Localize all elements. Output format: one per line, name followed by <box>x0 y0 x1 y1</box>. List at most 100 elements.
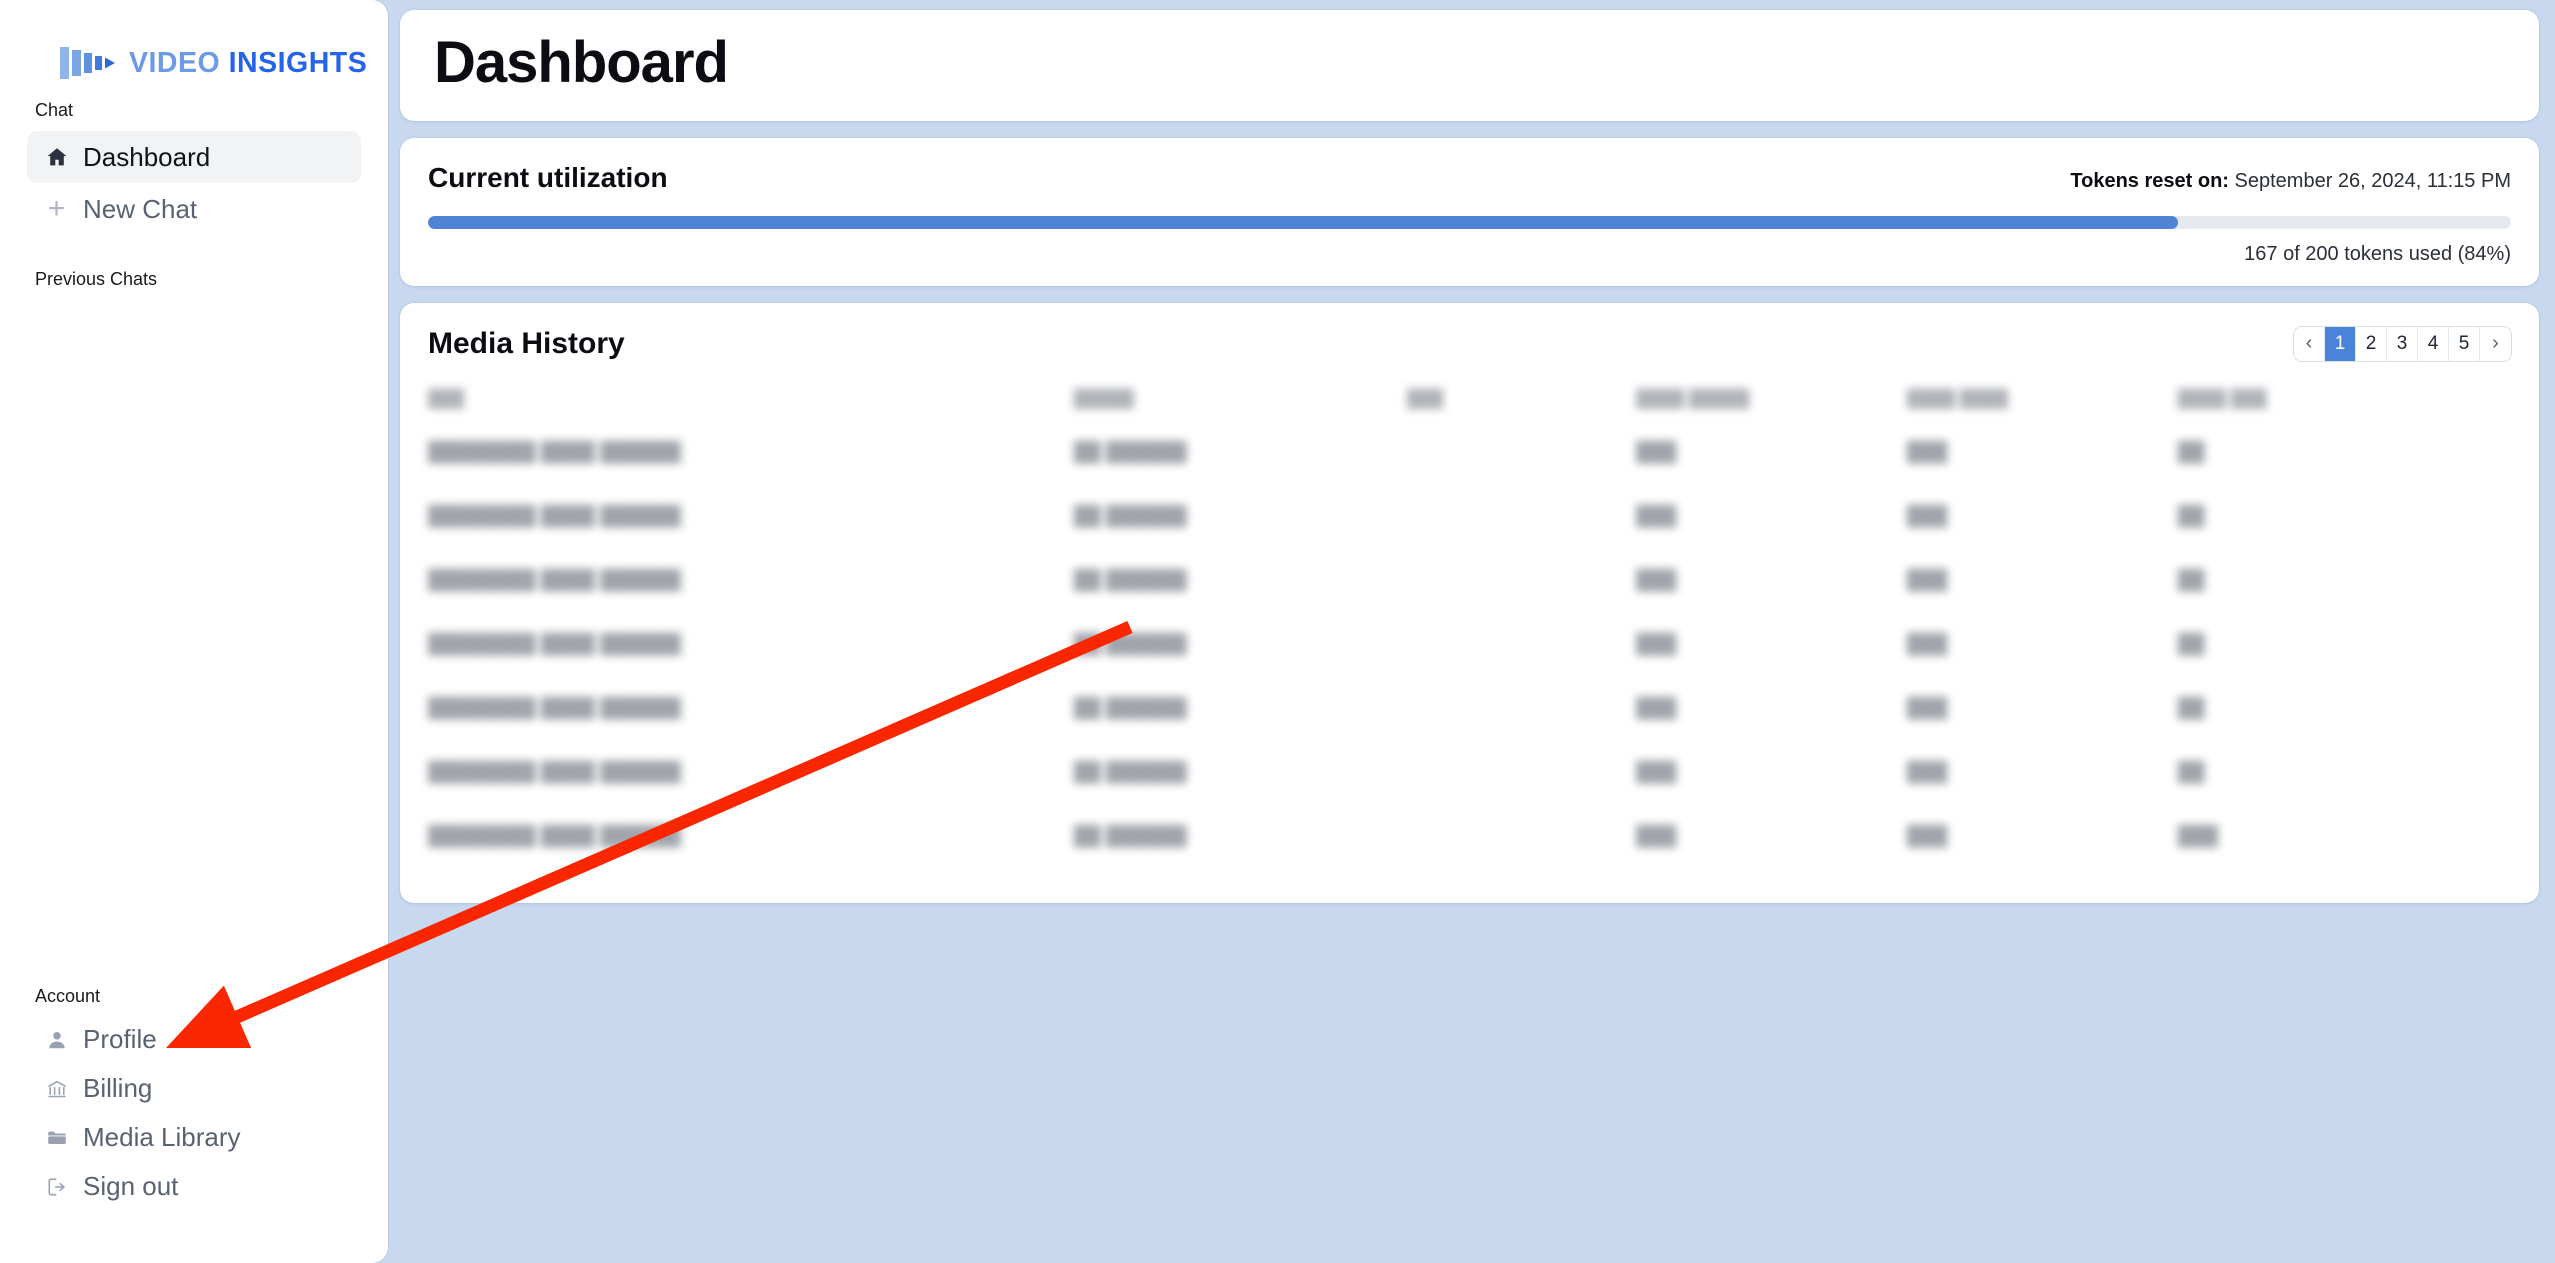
table-cell-1: ██ ██████ <box>1073 633 1187 655</box>
table-cell-2 <box>1407 549 1636 613</box>
sidebar-item-media-library-label: Media Library <box>83 1122 241 1152</box>
table-cell-4: ███ <box>1906 761 1948 783</box>
table-cell-5: ██ <box>2177 633 2205 655</box>
utilization-title: Current utilization <box>428 161 668 193</box>
table-row[interactable]: ████████ ████ ██████ ██ ██████ ███ ███ ██ <box>428 741 2511 805</box>
brand-name-part1: VIDEO <box>129 46 221 79</box>
table-cell-4: ███ <box>1906 505 1948 527</box>
sidebar-item-new-chat[interactable]: + New Chat <box>27 183 361 235</box>
tokens-reset-info: Tokens reset on: September 26, 2024, 11:… <box>2070 170 2511 193</box>
table-cell-2 <box>1407 677 1636 741</box>
brand-name-part2: INSIGHTS <box>228 46 368 79</box>
table-cell-3: ███ <box>1636 569 1677 591</box>
table-cell-0: ████████ ████ ██████ <box>428 505 681 527</box>
table-cell-0: ████████ ████ ██████ <box>428 633 681 655</box>
account-section-label: Account <box>35 986 101 1006</box>
sidebar-item-dashboard-label: Dashboard <box>83 141 211 172</box>
previous-chats-label: Previous Chats <box>35 269 158 289</box>
table-cell-3: ███ <box>1636 697 1677 719</box>
media-history-header: Media History ‹ 1 2 3 4 5 › <box>428 326 2511 361</box>
table-cell-4: ███ <box>1906 441 1948 463</box>
table-cell-0: ████████ ████ ██████ <box>428 761 681 783</box>
page-header-card: Dashboard <box>400 10 2539 121</box>
token-usage-progressbar <box>428 215 2511 229</box>
pagination-page-5[interactable]: 5 <box>2449 326 2480 361</box>
column-header-4[interactable]: ████ ████ <box>1907 377 2178 421</box>
table-cell-1: ██ ██████ <box>1073 441 1187 463</box>
person-icon <box>44 1027 69 1052</box>
sidebar-item-billing-label: Billing <box>83 1073 153 1103</box>
column-header-0[interactable]: ███ <box>428 377 1074 421</box>
table-body: ████████ ████ ██████ ██ ██████ ███ ███ ██ ███… <box>428 421 2511 869</box>
sidebar-item-profile[interactable]: Profile <box>27 1015 361 1064</box>
token-usage-text: 167 of 200 tokens used (84%) <box>2244 242 2511 265</box>
sidebar-item-dashboard[interactable]: Dashboard <box>27 131 361 183</box>
dashboard-page: VIDEO INSIGHTS Chat Dashboard + New Chat… <box>0 0 2555 1263</box>
plus-icon: + <box>47 192 66 225</box>
sidebar-item-new-chat-label: New Chat <box>83 193 198 224</box>
table-cell-4: ███ <box>1906 697 1948 719</box>
table-header-row: ███ █████ ███ ████ █████ ████ ████ ████ … <box>428 377 2511 421</box>
sidebar-item-billing[interactable]: Billing <box>27 1064 361 1113</box>
sidebar-item-profile-label: Profile <box>83 1024 157 1054</box>
table-row[interactable]: ████████ ████ ██████ ██ ██████ ███ ███ ██ <box>428 549 2511 613</box>
column-header-3[interactable]: ████ █████ <box>1636 377 1907 421</box>
sidebar-item-media-library[interactable]: Media Library <box>27 1113 361 1162</box>
table-row[interactable]: ████████ ████ ██████ ██ ██████ ███ ███ ██ <box>428 485 2511 549</box>
column-header-2[interactable]: ███ <box>1407 377 1636 421</box>
sidebar-item-sign-out[interactable]: Sign out <box>27 1162 361 1211</box>
utilization-header: Current utilization Tokens reset on: Sep… <box>428 162 2511 194</box>
table-row[interactable]: ████████ ████ ██████ ██ ██████ ███ ███ ██ <box>428 677 2511 741</box>
tokens-reset-label: Tokens reset on: <box>2070 169 2229 192</box>
page-title: Dashboard <box>434 30 729 95</box>
account-nav: Profile Billing Media Library Sign out <box>0 1015 388 1263</box>
token-usage-progress-fill <box>428 215 2178 229</box>
pagination-prev-button[interactable]: ‹ <box>2294 326 2325 361</box>
video-play-bars-icon <box>58 43 116 83</box>
pagination-page-1[interactable]: 1 <box>2325 326 2356 361</box>
table-cell-3: ███ <box>1636 761 1677 783</box>
sidebar: VIDEO INSIGHTS Chat Dashboard + New Chat… <box>0 0 388 1263</box>
table-cell-2 <box>1407 485 1636 549</box>
folder-icon <box>44 1125 69 1150</box>
table-cell-1: ██ ██████ <box>1073 697 1187 719</box>
table-cell-1: ██ ██████ <box>1073 761 1187 783</box>
table-cell-3: ███ <box>1636 825 1677 847</box>
pagination-page-2[interactable]: 2 <box>2356 326 2387 361</box>
table-cell-3: ███ <box>1636 441 1677 463</box>
table-cell-0: ████████ ████ ██████ <box>428 825 681 847</box>
table-cell-5: ██ <box>2177 761 2205 783</box>
sign-out-icon <box>44 1174 69 1199</box>
table-cell-5: ██ <box>2177 441 2205 463</box>
primary-nav: Dashboard + New Chat <box>0 131 388 235</box>
tokens-reset-value: September 26, 2024, 11:15 PM <box>2234 169 2511 192</box>
table-cell-5: ██ <box>2177 505 2205 527</box>
pagination-page-4[interactable]: 4 <box>2418 326 2449 361</box>
current-utilization-card: Current utilization Tokens reset on: Sep… <box>400 137 2539 286</box>
table-cell-4: ███ <box>1906 825 1948 847</box>
column-header-5[interactable]: ████ ███ <box>2178 377 2511 421</box>
table-cell-5: ███ <box>2177 825 2219 847</box>
table-head: ███ █████ ███ ████ █████ ████ ████ ████ … <box>428 377 2511 421</box>
table-cell-5: ██ <box>2177 697 2205 719</box>
home-icon <box>44 145 69 170</box>
table-cell-4: ███ <box>1906 569 1948 591</box>
pagination-page-3[interactable]: 3 <box>2387 326 2418 361</box>
column-header-1[interactable]: █████ <box>1074 377 1407 421</box>
table-cell-2 <box>1407 741 1636 805</box>
brand-logo[interactable]: VIDEO INSIGHTS <box>0 0 388 92</box>
brand-name: VIDEO INSIGHTS <box>129 49 367 78</box>
table-cell-0: ████████ ████ ██████ <box>428 441 681 463</box>
table-row[interactable]: ████████ ████ ██████ ██ ██████ ███ ███ ███ <box>428 805 2511 869</box>
table-cell-3: ███ <box>1636 505 1677 527</box>
table-row[interactable]: ████████ ████ ██████ ██ ██████ ███ ███ ██ <box>428 421 2511 485</box>
table-cell-0: ████████ ████ ██████ <box>428 697 681 719</box>
media-history-title: Media History <box>428 326 625 360</box>
sidebar-item-sign-out-label: Sign out <box>83 1171 179 1201</box>
table-cell-2 <box>1407 613 1636 677</box>
main-content: Dashboard Current utilization Tokens res… <box>388 0 2555 1263</box>
table-cell-2 <box>1407 805 1636 869</box>
pagination-next-button[interactable]: › <box>2480 326 2511 361</box>
table-row[interactable]: ████████ ████ ██████ ██ ██████ ███ ███ ██ <box>428 613 2511 677</box>
